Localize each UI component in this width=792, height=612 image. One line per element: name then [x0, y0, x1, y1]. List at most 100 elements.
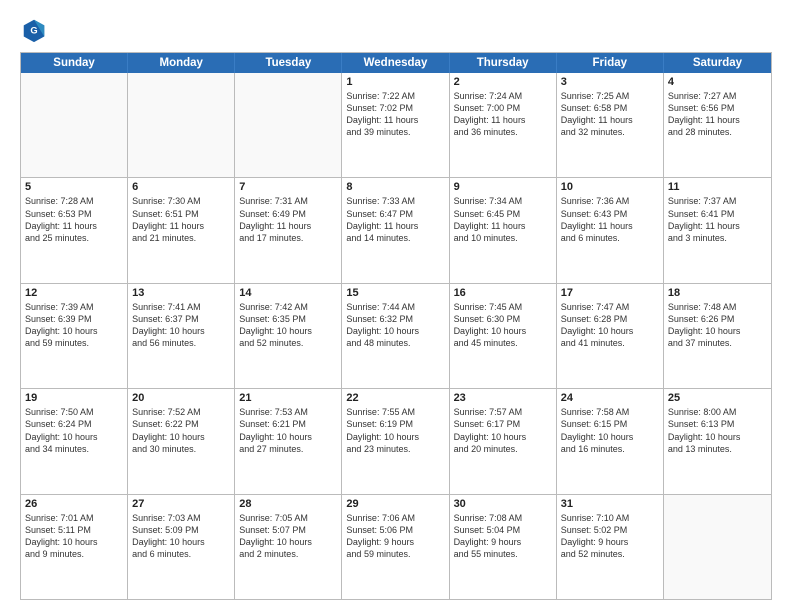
day-number: 3	[561, 76, 659, 88]
calendar-cell: 28 Sunrise: 7:05 AMSunset: 5:07 PMDayligh…	[235, 495, 342, 599]
calendar-cell	[235, 73, 342, 177]
day-info: Sunrise: 7:48 AMSunset: 6:26 PMDaylight:…	[668, 301, 767, 350]
day-info: Sunrise: 7:57 AMSunset: 6:17 PMDaylight:…	[454, 406, 552, 455]
day-number: 22	[346, 392, 444, 404]
calendar-cell	[664, 495, 771, 599]
calendar-body: 1Sunrise: 7:22 AMSunset: 7:02 PMDaylight…	[21, 73, 771, 599]
day-number: 18	[668, 287, 767, 299]
day-info: Sunrise: 7:52 AMSunset: 6:22 PMDaylight:…	[132, 406, 230, 455]
calendar-cell: 4 Sunrise: 7:27 AMSunset: 6:56 PMDaylight…	[664, 73, 771, 177]
calendar-cell: 24Sunrise: 7:58 AMSunset: 6:15 PMDayligh…	[557, 389, 664, 493]
calendar-cell: 10 Sunrise: 7:36 AMSunset: 6:43 PMDayligh…	[557, 178, 664, 282]
weekday-header: Monday	[128, 53, 235, 73]
day-number: 26	[25, 498, 123, 510]
day-info: Sunrise: 7:03 AMSunset: 5:09 PMDaylight:…	[132, 512, 230, 561]
day-number: 2	[454, 76, 552, 88]
day-number: 21	[239, 392, 337, 404]
svg-text:G: G	[30, 26, 37, 36]
weekday-header: Thursday	[450, 53, 557, 73]
day-number: 7	[239, 181, 337, 193]
day-info: Sunrise: 7:50 AMSunset: 6:24 PMDaylight:…	[25, 406, 123, 455]
calendar-cell: 8Sunrise: 7:33 AMSunset: 6:47 PMDaylight…	[342, 178, 449, 282]
calendar-cell: 5Sunrise: 7:28 AMSunset: 6:53 PMDaylight…	[21, 178, 128, 282]
calendar-cell: 21 Sunrise: 7:53 AMSunset: 6:21 PMDayligh…	[235, 389, 342, 493]
calendar-cell: 30 Sunrise: 7:08 AMSunset: 5:04 PMDayligh…	[450, 495, 557, 599]
calendar-cell: 14Sunrise: 7:42 AMSunset: 6:35 PMDayligh…	[235, 284, 342, 388]
day-info: Sunrise: 7:45 AMSunset: 6:30 PMDaylight:…	[454, 301, 552, 350]
calendar-row: 26 Sunrise: 7:01 AMSunset: 5:11 PMDayligh…	[21, 494, 771, 599]
day-number: 20	[132, 392, 230, 404]
day-info: Sunrise: 7:06 AMSunset: 5:06 PMDaylight:…	[346, 512, 444, 561]
weekday-header: Saturday	[664, 53, 771, 73]
day-info: Sunrise: 7:55 AMSunset: 6:19 PMDaylight:…	[346, 406, 444, 455]
calendar-cell: 29 Sunrise: 7:06 AMSunset: 5:06 PMDayligh…	[342, 495, 449, 599]
day-number: 28	[239, 498, 337, 510]
day-info: Sunrise: 7:39 AMSunset: 6:39 PMDaylight:…	[25, 301, 123, 350]
day-number: 12	[25, 287, 123, 299]
calendar-row: 12 Sunrise: 7:39 AMSunset: 6:39 PMDayligh…	[21, 283, 771, 388]
calendar-cell: 11Sunrise: 7:37 AMSunset: 6:41 PMDayligh…	[664, 178, 771, 282]
calendar-cell: 9Sunrise: 7:34 AMSunset: 6:45 PMDaylight…	[450, 178, 557, 282]
day-info: Sunrise: 7:27 AMSunset: 6:56 PMDaylight:…	[668, 90, 767, 139]
day-info: Sunrise: 7:34 AMSunset: 6:45 PMDaylight:…	[454, 195, 552, 244]
calendar-cell: 22 Sunrise: 7:55 AMSunset: 6:19 PMDayligh…	[342, 389, 449, 493]
day-info: Sunrise: 7:05 AMSunset: 5:07 PMDaylight:…	[239, 512, 337, 561]
day-info: Sunrise: 7:53 AMSunset: 6:21 PMDaylight:…	[239, 406, 337, 455]
calendar-cell: 7 Sunrise: 7:31 AMSunset: 6:49 PMDaylight…	[235, 178, 342, 282]
calendar-cell: 3 Sunrise: 7:25 AMSunset: 6:58 PMDaylight…	[557, 73, 664, 177]
calendar-cell	[21, 73, 128, 177]
logo-icon: G	[20, 16, 48, 44]
day-number: 15	[346, 287, 444, 299]
day-info: Sunrise: 7:24 AMSunset: 7:00 PMDaylight:…	[454, 90, 552, 139]
calendar-row: 19 Sunrise: 7:50 AMSunset: 6:24 PMDayligh…	[21, 388, 771, 493]
day-info: Sunrise: 7:36 AMSunset: 6:43 PMDaylight:…	[561, 195, 659, 244]
calendar-cell: 6Sunrise: 7:30 AMSunset: 6:51 PMDaylight…	[128, 178, 235, 282]
day-number: 5	[25, 181, 123, 193]
calendar-cell: 18 Sunrise: 7:48 AMSunset: 6:26 PMDayligh…	[664, 284, 771, 388]
day-info: Sunrise: 7:41 AMSunset: 6:37 PMDaylight:…	[132, 301, 230, 350]
day-number: 25	[668, 392, 767, 404]
calendar-header: SundayMondayTuesdayWednesdayThursdayFrid…	[21, 53, 771, 73]
calendar-cell: 19 Sunrise: 7:50 AMSunset: 6:24 PMDayligh…	[21, 389, 128, 493]
calendar-cell: 20 Sunrise: 7:52 AMSunset: 6:22 PMDayligh…	[128, 389, 235, 493]
day-info: Sunrise: 7:47 AMSunset: 6:28 PMDaylight:…	[561, 301, 659, 350]
calendar-cell: 1Sunrise: 7:22 AMSunset: 7:02 PMDaylight…	[342, 73, 449, 177]
calendar-cell: 12 Sunrise: 7:39 AMSunset: 6:39 PMDayligh…	[21, 284, 128, 388]
calendar-cell: 27Sunrise: 7:03 AMSunset: 5:09 PMDayligh…	[128, 495, 235, 599]
calendar-cell: 31 Sunrise: 7:10 AMSunset: 5:02 PMDayligh…	[557, 495, 664, 599]
day-info: Sunrise: 7:31 AMSunset: 6:49 PMDaylight:…	[239, 195, 337, 244]
day-number: 30	[454, 498, 552, 510]
calendar-row: 1Sunrise: 7:22 AMSunset: 7:02 PMDaylight…	[21, 73, 771, 177]
calendar-cell: 17 Sunrise: 7:47 AMSunset: 6:28 PMDayligh…	[557, 284, 664, 388]
calendar-cell: 25 Sunrise: 8:00 AMSunset: 6:13 PMDayligh…	[664, 389, 771, 493]
logo: G	[20, 16, 52, 44]
day-info: Sunrise: 7:25 AMSunset: 6:58 PMDaylight:…	[561, 90, 659, 139]
calendar-cell: 26 Sunrise: 7:01 AMSunset: 5:11 PMDayligh…	[21, 495, 128, 599]
calendar-cell: 15 Sunrise: 7:44 AMSunset: 6:32 PMDayligh…	[342, 284, 449, 388]
calendar: SundayMondayTuesdayWednesdayThursdayFrid…	[20, 52, 772, 600]
day-number: 16	[454, 287, 552, 299]
day-number: 14	[239, 287, 337, 299]
day-info: Sunrise: 8:00 AMSunset: 6:13 PMDaylight:…	[668, 406, 767, 455]
day-info: Sunrise: 7:01 AMSunset: 5:11 PMDaylight:…	[25, 512, 123, 561]
weekday-header: Tuesday	[235, 53, 342, 73]
day-number: 10	[561, 181, 659, 193]
calendar-cell: 23Sunrise: 7:57 AMSunset: 6:17 PMDayligh…	[450, 389, 557, 493]
day-number: 31	[561, 498, 659, 510]
day-number: 19	[25, 392, 123, 404]
day-info: Sunrise: 7:10 AMSunset: 5:02 PMDaylight:…	[561, 512, 659, 561]
calendar-cell: 2 Sunrise: 7:24 AMSunset: 7:00 PMDaylight…	[450, 73, 557, 177]
day-number: 8	[346, 181, 444, 193]
day-number: 24	[561, 392, 659, 404]
calendar-cell: 13Sunrise: 7:41 AMSunset: 6:37 PMDayligh…	[128, 284, 235, 388]
calendar-cell: 16 Sunrise: 7:45 AMSunset: 6:30 PMDayligh…	[450, 284, 557, 388]
day-info: Sunrise: 7:08 AMSunset: 5:04 PMDaylight:…	[454, 512, 552, 561]
day-info: Sunrise: 7:44 AMSunset: 6:32 PMDaylight:…	[346, 301, 444, 350]
calendar-row: 5Sunrise: 7:28 AMSunset: 6:53 PMDaylight…	[21, 177, 771, 282]
day-number: 4	[668, 76, 767, 88]
day-info: Sunrise: 7:30 AMSunset: 6:51 PMDaylight:…	[132, 195, 230, 244]
day-number: 29	[346, 498, 444, 510]
weekday-header: Friday	[557, 53, 664, 73]
calendar-cell	[128, 73, 235, 177]
day-number: 17	[561, 287, 659, 299]
